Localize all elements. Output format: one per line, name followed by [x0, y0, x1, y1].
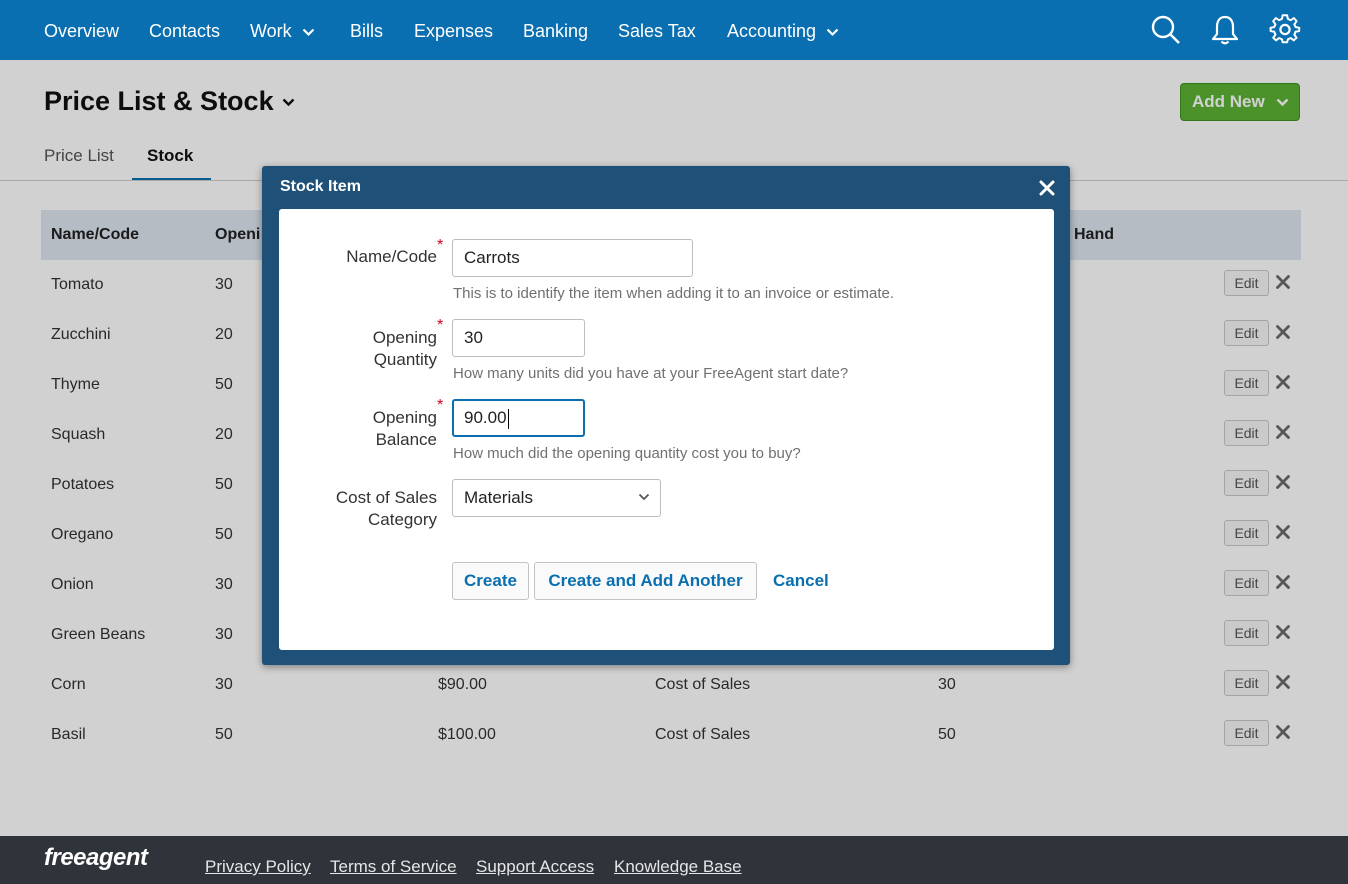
opening-quantity-label-line2: Quantity [373, 350, 437, 369]
text-caret [507, 408, 509, 429]
cost-of-sales-category-label: Cost of Sales Category [287, 487, 437, 531]
footer-link-support[interactable]: Support Access [476, 857, 594, 877]
category-selected-value: Materials [464, 488, 533, 507]
opening-quantity-input[interactable]: 30 [452, 319, 585, 357]
nav-accounting-label: Accounting [727, 21, 817, 41]
close-icon[interactable] [1038, 179, 1056, 197]
nav-bills[interactable]: Bills [350, 0, 383, 60]
top-navigation: Overview Contacts Work Bills Expenses Ba… [0, 0, 1348, 60]
search-icon[interactable] [1150, 14, 1182, 46]
cancel-link[interactable]: Cancel [773, 571, 829, 591]
chevron-down-icon [638, 493, 650, 501]
opening-balance-value: 90.00 [464, 408, 507, 427]
nav-work[interactable]: Work [250, 0, 315, 60]
nav-work-label: Work [250, 21, 292, 41]
stock-item-dialog: Stock Item Name/Code * Carrots This is t… [262, 166, 1070, 665]
nav-banking[interactable]: Banking [523, 0, 588, 60]
dialog-body: Name/Code * Carrots This is to identify … [279, 209, 1054, 650]
footer-link-knowledge-base[interactable]: Knowledge Base [614, 857, 742, 877]
category-label-line2: Category [368, 510, 437, 529]
opening-quantity-label: Opening Quantity [287, 327, 437, 371]
opening-quantity-label-line1: Opening [372, 328, 437, 347]
name-code-help: This is to identify the item when adding… [453, 285, 895, 302]
chevron-down-icon [302, 28, 314, 36]
nav-sales-tax[interactable]: Sales Tax [618, 0, 696, 60]
create-button[interactable]: Create [452, 562, 529, 600]
required-marker: * [437, 317, 444, 334]
bell-icon[interactable] [1209, 14, 1241, 46]
opening-balance-label: Opening Balance [287, 407, 437, 451]
dialog-title: Stock Item [280, 178, 361, 195]
chevron-down-icon [826, 28, 839, 36]
category-label-line1: Cost of Sales [335, 488, 437, 507]
opening-quantity-help: How many units did you have at your Free… [453, 365, 849, 382]
gear-icon[interactable] [1269, 14, 1301, 46]
opening-balance-input[interactable]: 90.00 [452, 399, 585, 437]
footer: freeagent Privacy Policy Terms of Servic… [0, 836, 1348, 884]
cost-of-sales-category-select[interactable]: Materials [452, 479, 661, 517]
name-code-label: Name/Code [346, 247, 437, 266]
opening-balance-label-line2: Balance [375, 430, 437, 449]
nav-expenses[interactable]: Expenses [414, 0, 493, 60]
footer-link-terms[interactable]: Terms of Service [330, 857, 457, 877]
nav-overview[interactable]: Overview [44, 0, 119, 60]
name-code-input[interactable]: Carrots [452, 239, 693, 277]
freeagent-logo[interactable]: freeagent [44, 844, 148, 872]
nav-accounting[interactable]: Accounting [727, 0, 839, 60]
opening-balance-label-line1: Opening [372, 408, 437, 427]
opening-balance-help: How much did the opening quantity cost y… [453, 445, 801, 462]
nav-contacts[interactable]: Contacts [149, 0, 220, 60]
required-marker: * [437, 237, 444, 254]
footer-link-privacy[interactable]: Privacy Policy [205, 857, 311, 877]
create-and-add-another-button[interactable]: Create and Add Another [534, 562, 757, 600]
required-marker: * [437, 397, 444, 414]
